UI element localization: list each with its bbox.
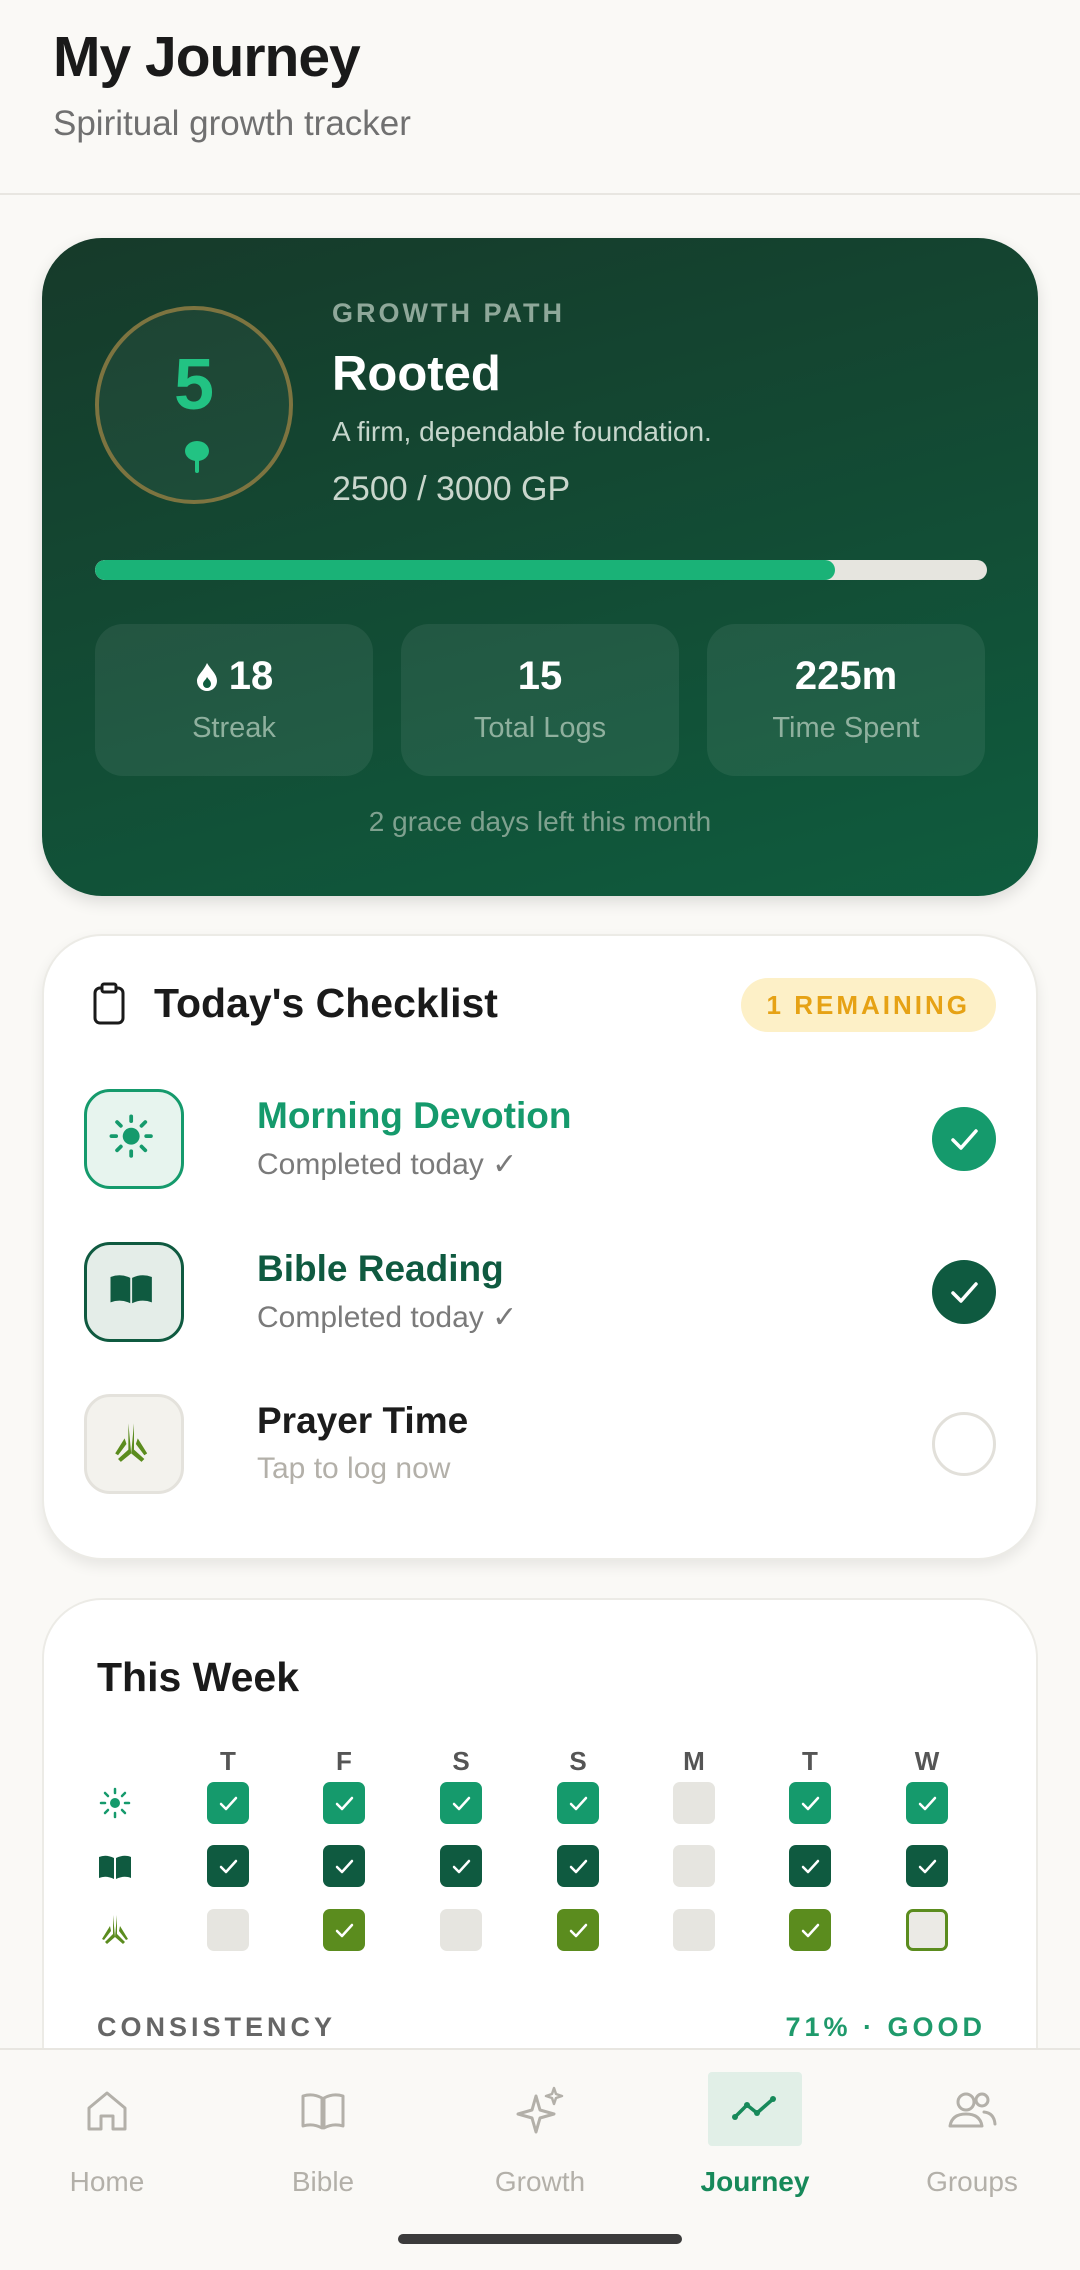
day-cell-completed bbox=[789, 1909, 831, 1951]
book-icon bbox=[99, 1855, 131, 1879]
consistency-label: CONSISTENCY bbox=[97, 2012, 337, 2042]
task-bible-reading[interactable]: Bible Reading Completed today ✓ bbox=[84, 1242, 996, 1342]
day-cell-empty bbox=[207, 1909, 249, 1951]
growth-path-label: GROWTH PATH bbox=[332, 298, 565, 328]
task-prayer-time[interactable]: Prayer Time Tap to log now bbox=[84, 1394, 996, 1494]
book-icon bbox=[301, 2093, 345, 2130]
day-header: M bbox=[683, 1746, 705, 1776]
consistency-value: 71% · GOOD bbox=[785, 2012, 986, 2042]
sun-icon bbox=[84, 1089, 184, 1189]
day-header: S bbox=[452, 1746, 470, 1776]
day-cell-completed bbox=[557, 1782, 599, 1824]
page-subtitle: Spiritual growth tracker bbox=[53, 104, 411, 143]
day-cell-completed bbox=[207, 1782, 249, 1824]
stat-streak: 18 Streak bbox=[95, 624, 373, 776]
flame-icon bbox=[196, 663, 217, 691]
streak-value: 18 bbox=[228, 654, 274, 698]
home-icon bbox=[87, 2091, 127, 2131]
day-cell-completed bbox=[906, 1845, 948, 1887]
day-header: W bbox=[914, 1746, 940, 1776]
level-number: 5 bbox=[173, 345, 215, 425]
total-logs-label: Total Logs bbox=[473, 712, 607, 744]
growth-progress-bar bbox=[95, 560, 987, 580]
checklist-title: Today's Checklist bbox=[154, 980, 498, 1026]
task-checkbox[interactable] bbox=[932, 1412, 996, 1476]
level-badge: 5 bbox=[95, 306, 293, 504]
clipboard-icon bbox=[93, 982, 125, 1025]
total-logs-value: 15 bbox=[517, 654, 563, 698]
sun-icon bbox=[99, 1787, 131, 1819]
remaining-badge: 1 REMAINING bbox=[740, 978, 996, 1032]
praying-hands-icon bbox=[84, 1394, 184, 1494]
task-morning-devotion[interactable]: Morning Devotion Completed today ✓ bbox=[84, 1089, 996, 1189]
day-cell-empty bbox=[440, 1909, 482, 1951]
day-header: T bbox=[802, 1746, 818, 1776]
trend-icon bbox=[732, 2096, 776, 2120]
task-status: Completed today ✓ bbox=[257, 1301, 518, 1334]
time-spent-label: Time Spent bbox=[772, 712, 920, 744]
book-icon bbox=[84, 1242, 184, 1342]
growth-points: 2500 / 3000 GP bbox=[332, 470, 571, 508]
task-name: Morning Devotion bbox=[257, 1095, 572, 1136]
day-header: F bbox=[336, 1746, 352, 1776]
task-name: Prayer Time bbox=[257, 1400, 469, 1441]
day-cell-completed bbox=[557, 1909, 599, 1951]
growth-level-title: Rooted bbox=[332, 347, 501, 401]
task-name: Bible Reading bbox=[257, 1248, 504, 1289]
tree-icon bbox=[185, 441, 209, 473]
page-title: My Journey bbox=[53, 25, 361, 89]
task-checkbox[interactable] bbox=[932, 1260, 996, 1324]
praying-hands-icon bbox=[102, 1915, 128, 1944]
task-status: Completed today ✓ bbox=[257, 1148, 518, 1181]
nav-groups[interactable]: Groups bbox=[872, 2072, 1072, 2212]
day-cell-empty bbox=[673, 1782, 715, 1824]
growth-level-description: A firm, dependable foundation. bbox=[332, 416, 712, 447]
day-cell-empty bbox=[673, 1909, 715, 1951]
nav-home[interactable]: Home bbox=[7, 2072, 207, 2212]
day-cell-completed bbox=[440, 1845, 482, 1887]
todays-checklist-card: Today's Checklist 1 REMAINING Morning De… bbox=[42, 934, 1038, 1560]
day-cell-completed bbox=[323, 1845, 365, 1887]
week-title: This Week bbox=[97, 1654, 300, 1700]
day-cell-completed bbox=[557, 1845, 599, 1887]
app-header: My Journey Spiritual growth tracker bbox=[0, 0, 1080, 195]
this-week-card: This Week T F S S M T W CONSISTENCY 71% · GOOD bbox=[42, 1598, 1038, 2058]
time-spent-value: 225m bbox=[794, 654, 898, 698]
day-cell-empty bbox=[906, 1909, 948, 1951]
nav-journey[interactable]: Journey bbox=[655, 2072, 855, 2212]
day-cell-completed bbox=[207, 1845, 249, 1887]
task-status: Tap to log now bbox=[257, 1452, 451, 1485]
users-icon bbox=[948, 2092, 997, 2128]
day-cell-completed bbox=[789, 1782, 831, 1824]
day-cell-completed bbox=[440, 1782, 482, 1824]
day-cell-completed bbox=[789, 1845, 831, 1887]
day-header: S bbox=[569, 1746, 587, 1776]
sparkles-icon bbox=[516, 2086, 564, 2134]
stat-time-spent: 225m Time Spent bbox=[707, 624, 985, 776]
home-indicator bbox=[398, 2234, 682, 2244]
grace-days-note: 2 grace days left this month bbox=[368, 806, 712, 837]
day-cell-empty bbox=[673, 1845, 715, 1887]
day-cell-completed bbox=[323, 1782, 365, 1824]
day-cell-completed bbox=[906, 1782, 948, 1824]
stat-total-logs: 15 Total Logs bbox=[401, 624, 679, 776]
nav-bible[interactable]: Bible bbox=[223, 2072, 423, 2212]
day-header: T bbox=[220, 1746, 236, 1776]
streak-label: Streak bbox=[192, 712, 276, 744]
growth-progress-fill bbox=[95, 560, 836, 580]
task-checkbox[interactable] bbox=[932, 1107, 996, 1171]
growth-path-card[interactable]: 5 GROWTH PATH Rooted A firm, dependable … bbox=[42, 238, 1038, 896]
nav-growth[interactable]: Growth bbox=[440, 2072, 640, 2212]
day-cell-completed bbox=[323, 1909, 365, 1951]
